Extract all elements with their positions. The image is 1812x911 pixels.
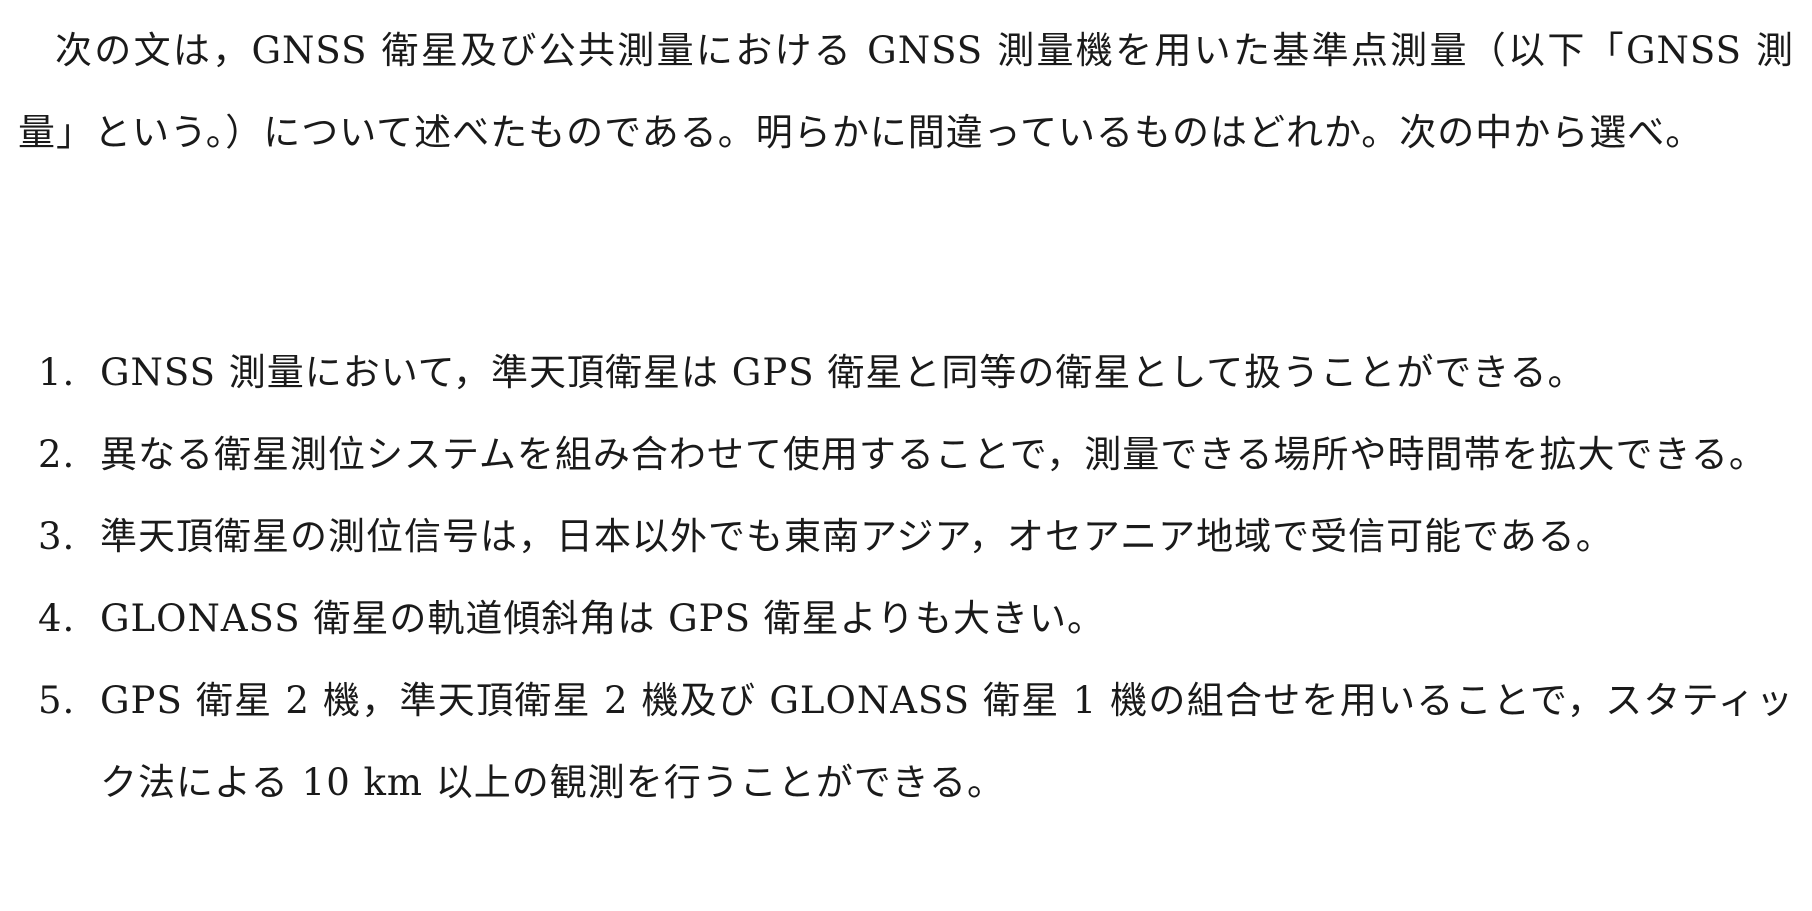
choice-text: 異なる衛星測位システムを組み合わせて使用することで，測量できる場所や時間帯を拡大… xyxy=(100,433,1767,476)
choice-1: 1. GNSS 測量において，準天頂衛星は GPS 衛星と同等の衛星として扱うこ… xyxy=(18,332,1794,414)
choice-text: GNSS 測量において，準天頂衛星は GPS 衛星と同等の衛星として扱うことがで… xyxy=(100,351,1586,394)
choice-4: 4. GLONASS 衛星の軌道傾斜角は GPS 衛星よりも大きい。 xyxy=(18,578,1794,660)
choice-5: 5. GPS 衛星 2 機，準天頂衛星 2 機及び GLONASS 衛星 1 機… xyxy=(18,660,1794,824)
choice-text: 準天頂衛星の測位信号は，日本以外でも東南アジア，オセアニア地域で受信可能である。 xyxy=(100,515,1614,558)
choice-text: GLONASS 衛星の軌道傾斜角は GPS 衛星よりも大きい。 xyxy=(100,597,1105,640)
choice-3: 3. 準天頂衛星の測位信号は，日本以外でも東南アジア，オセアニア地域で受信可能で… xyxy=(18,496,1794,578)
choice-2: 2. 異なる衛星測位システムを組み合わせて使用することで，測量できる場所や時間帯… xyxy=(18,414,1794,496)
question-page: 次の文は，GNSS 衛星及び公共測量における GNSS 測量機を用いた基準点測量… xyxy=(18,10,1794,804)
choice-text: GPS 衛星 2 機，準天頂衛星 2 機及び GLONASS 衛星 1 機の組合… xyxy=(100,679,1794,804)
question-intro: 次の文は，GNSS 衛星及び公共測量における GNSS 測量機を用いた基準点測量… xyxy=(18,29,1794,154)
choice-list: 1. GNSS 測量において，準天頂衛星は GPS 衛星と同等の衛星として扱うこ… xyxy=(18,332,1794,824)
